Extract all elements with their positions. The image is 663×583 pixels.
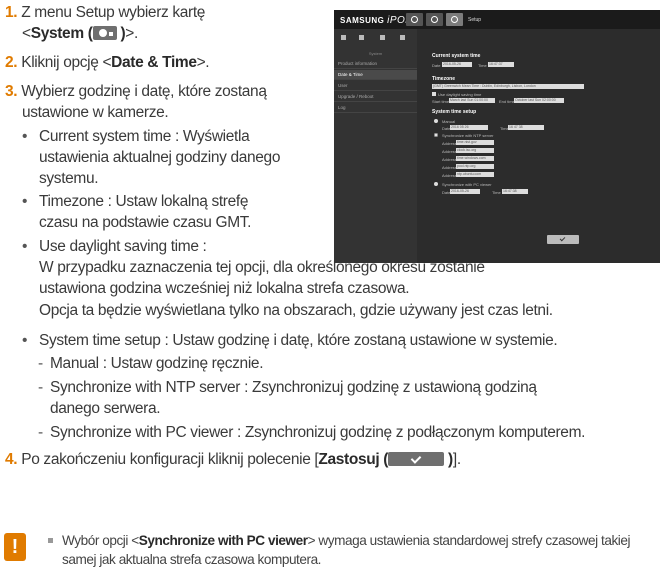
step-3: 3. Wybierz godzinę i datę, które zostaną (5, 81, 267, 102)
section-current-time: Current system time (432, 53, 481, 59)
brand-text: SAMSUNG (340, 16, 385, 25)
address-label: Address (442, 165, 457, 170)
bullet-timezone: Timezone : Ustaw lokalną strefę (22, 191, 248, 212)
web-viewer-screenshot: SAMSUNG iPOLiS Setup System Product info… (334, 10, 660, 263)
step-text: ustawione w kamerze. (22, 104, 169, 121)
step-text: >. (125, 25, 138, 42)
manual-date-fields: 2016 05 26 (450, 125, 488, 130)
section-timezone: Timezone (432, 76, 455, 82)
address-label: Address (442, 149, 457, 154)
timezone-select: (GMT) Greenwich Mean Time : Dublin, Edin… (432, 84, 584, 89)
note-text-bold: Synchronize with PC viewer (138, 533, 308, 548)
setup-tab (446, 13, 463, 26)
ntp-label: Synchronize with NTP server (442, 133, 494, 138)
address-label: Address (442, 173, 457, 178)
network-icon (359, 35, 364, 40)
search-icon (431, 16, 438, 23)
setup-title: Setup (468, 17, 482, 23)
note-text-part: Wybór opcji < (62, 533, 139, 548)
step-number: 2. (5, 54, 18, 71)
step-1: 1. Z menu Setup wybierz kartę (5, 2, 205, 23)
ntp-address-field: ntp.ubuntu.com (456, 172, 494, 177)
sidebar-item-date-time: Date & Time (334, 70, 417, 80)
step-number: 1. (5, 4, 18, 21)
sub-item-ntp: Synchronize with NTP server : Zsynchroni… (38, 377, 537, 398)
pc-viewer-label: Synchronize with PC viewer (442, 182, 492, 187)
event-icon (380, 35, 385, 40)
video-icon (341, 35, 346, 40)
apply-check-icon (388, 452, 445, 466)
manual-label: Manual (442, 119, 456, 124)
step-text-bold: System ( (30, 25, 93, 42)
step-text-bold: ) (116, 25, 126, 42)
pc-time-field: 16:47:38 (502, 189, 528, 194)
ntp-address-field: time.nist.gov (456, 140, 494, 145)
bullet-text: czasu na podstawie czasu GMT. (39, 214, 252, 231)
start-time-field: March last Sun 01:00:00 (449, 98, 495, 103)
step-2: 2. Kliknij opcję <Date & Time>. (5, 52, 210, 73)
step-text: Kliknij opcję < (21, 54, 112, 71)
address-label: Address (442, 141, 457, 146)
live-tab (406, 13, 423, 26)
section-system-time-setup: System time setup (432, 109, 477, 115)
step-text: ]. (452, 451, 461, 468)
playback-tab (426, 13, 443, 26)
bullet-system-time-setup: System time setup : Ustaw godzinę i datę… (22, 330, 558, 351)
sub-item-pc-viewer: Synchronize with PC viewer : Zsynchroniz… (38, 422, 585, 443)
sidebar-item-product-info: Product information (334, 59, 417, 69)
pc-date-field: 2016-05-26 (450, 189, 480, 194)
bullet-current-time: Current system time : Wyświetla (22, 126, 250, 147)
note-text: Wybór opcji <Synchronize with PC viewer>… (48, 531, 662, 569)
step-text: Wybierz godzinę i datę, które zostaną (21, 83, 267, 100)
ntp-address-field: clock.isc.org (456, 148, 494, 153)
ntp-address-field: time.windows.com (456, 156, 494, 161)
system-icon (400, 35, 405, 40)
current-date-field: 2016-05-26 (442, 62, 472, 67)
date-label: Date (432, 63, 441, 68)
end-time-field: October last Sun 02:00:00 (514, 98, 564, 103)
sidebar-heading: System (368, 51, 383, 56)
step-text: Z menu Setup wybierz kartę (21, 4, 206, 21)
sidebar-item-upgrade: Upgrade / Reboot (334, 92, 417, 102)
start-time-label: Start time (432, 99, 450, 104)
step-text: < (22, 25, 31, 42)
step-text-bold: Date & Time (111, 54, 197, 71)
step-text-bold: Zastosuj ( (318, 451, 389, 468)
pc-viewer-radio (434, 182, 438, 186)
viewer-sidebar: System Product information Date & Time U… (334, 29, 417, 263)
warning-icon: ! (4, 533, 26, 561)
time-label: Time (478, 63, 487, 68)
step-4: 4. Po zakończeniu konfiguracji kliknij p… (5, 449, 461, 470)
manual-radio (434, 119, 438, 123)
current-time-field: 16:47:37 (488, 62, 514, 67)
monitor-icon (411, 16, 418, 23)
bullet-text: systemu. (39, 170, 99, 187)
bullet-text: ustawienia aktualnej godziny danego (39, 149, 281, 166)
bullet-text: danego serwera. (50, 400, 161, 417)
apply-button (547, 235, 579, 244)
dst-checkbox (432, 92, 436, 96)
sidebar-item-log: Log (334, 103, 417, 113)
step-number: 4. (5, 451, 18, 468)
step-text-bold: ) (444, 451, 453, 468)
end-time-label: End time (499, 99, 515, 104)
bullet-daylight-saving: Use daylight saving time : (22, 236, 207, 257)
step-number: 3. (5, 83, 18, 100)
bullet-text: Opcja ta będzie wyświetlana tylko na obs… (39, 302, 553, 319)
address-label: Address (442, 157, 457, 162)
ntp-address-field: pool.ntp.org (456, 164, 494, 169)
system-gear-icon (92, 26, 117, 40)
viewer-topbar: SAMSUNG iPOLiS Setup (334, 10, 660, 29)
dst-label: Use daylight saving time (438, 92, 482, 97)
sidebar-item-user: User (334, 81, 417, 91)
ntp-radio (434, 133, 438, 137)
manual-time-fields: 16 47 38 (508, 125, 544, 130)
step-text: Po zakończeniu konfiguracji kliknij pole… (21, 451, 319, 468)
gear-icon (451, 16, 458, 23)
time-label: Time (492, 190, 501, 195)
bullet-text: ustawiona godzina wcześniej niż lokalna … (39, 280, 410, 297)
step-text: >. (196, 54, 210, 71)
sub-item-manual: Manual : Ustaw godzinę ręcznie. (38, 353, 264, 374)
step-1-cont: <System ( )>. (22, 23, 138, 44)
